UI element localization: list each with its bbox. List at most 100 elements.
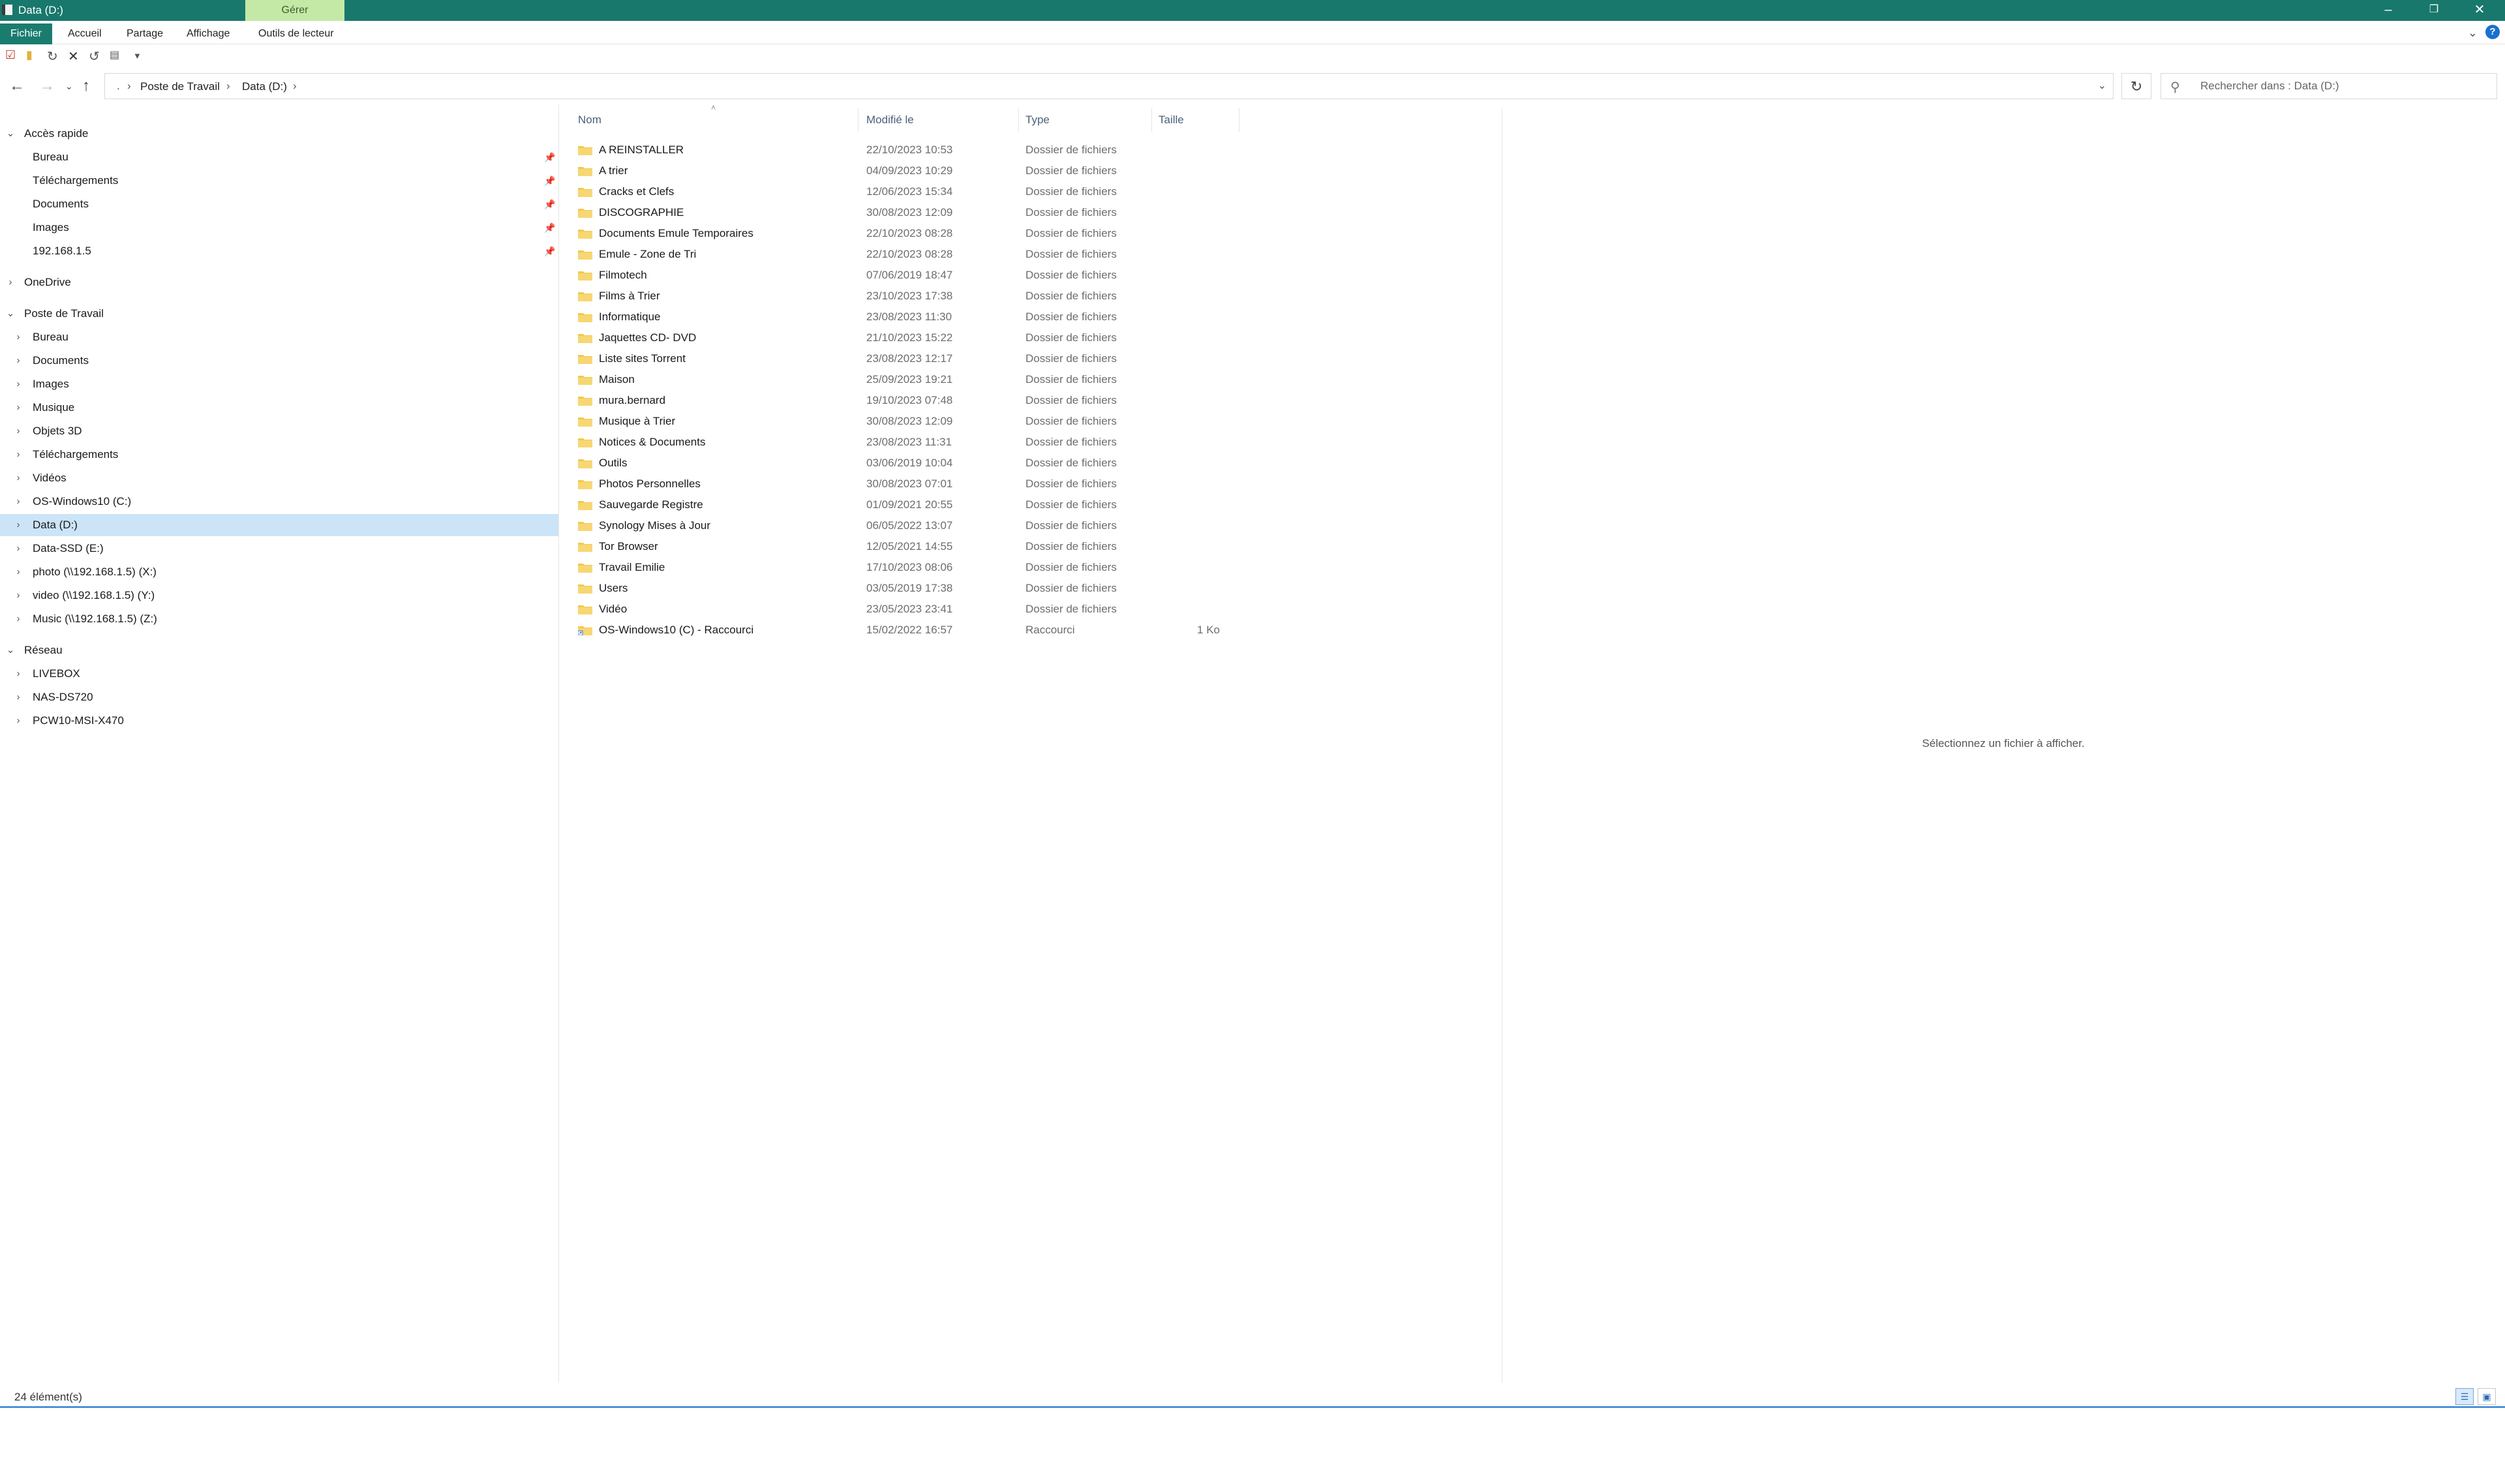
pin-icon[interactable]: 📌 (544, 193, 555, 215)
pin-icon[interactable]: 📌 (544, 146, 555, 168)
tree-this-pc[interactable]: ⌄ Poste de Travail (0, 303, 558, 325)
chevron-right-icon[interactable]: › (12, 373, 25, 395)
chevron-right-icon[interactable]: › (12, 467, 25, 489)
file-row[interactable]: mura.bernard 19/10/2023 07:48 Dossier de f… (574, 390, 1239, 411)
address-dropdown-icon[interactable]: ⌄ (2098, 79, 2106, 92)
chevron-right-icon[interactable]: › (12, 491, 25, 513)
file-row[interactable]: A trier 04/09/2023 10:29 Dossier de fichie… (574, 160, 1239, 181)
this-pc-item-selected[interactable]: › Data (D:) (0, 514, 558, 536)
file-row[interactable]: Documents Emule Temporaires 22/10/2023 08… (574, 223, 1239, 244)
quick-access-item[interactable]: 192.168.1.5 📌 (0, 240, 558, 262)
help-icon[interactable]: ? (2485, 25, 2500, 39)
quick-access-item[interactable]: Téléchargements 📌 (0, 170, 558, 192)
this-pc-item[interactable]: › Téléchargements (0, 444, 558, 466)
back-arrow-icon[interactable]: ← (9, 77, 25, 95)
file-row[interactable]: Musique à Trier 30/08/2023 12:09 Dossier d… (574, 411, 1239, 432)
this-pc-item[interactable]: › Data-SSD (E:) (0, 538, 558, 560)
breadcrumb-separator-icon[interactable]: › (226, 80, 230, 93)
file-row[interactable]: OS-Windows10 (C) - Raccourci 15/02/2022 1… (574, 620, 1239, 641)
tab-share[interactable]: Partage (127, 25, 163, 43)
large-icons-view-icon[interactable]: ▣ (2478, 1388, 2496, 1405)
pin-icon[interactable]: 📌 (544, 217, 555, 239)
chevron-right-icon[interactable]: › (12, 663, 25, 685)
rename-icon[interactable]: ▤ (110, 48, 119, 61)
redo-icon[interactable]: ↻ (47, 48, 58, 65)
chevron-right-icon[interactable]: › (4, 271, 17, 294)
this-pc-item[interactable]: › Musique (0, 397, 558, 419)
network-item[interactable]: › LIVEBOX (0, 663, 558, 685)
undo-icon[interactable]: ↺ (89, 48, 100, 65)
address-bar[interactable]: . › Poste de Travail › Data (D:) › ⌄ (104, 73, 2114, 99)
this-pc-item[interactable]: › Documents (0, 350, 558, 372)
chevron-down-icon[interactable]: ⌄ (4, 639, 17, 661)
breadcrumb-separator-icon[interactable]: › (293, 80, 297, 93)
pin-icon[interactable]: 📌 (544, 240, 555, 262)
tree-onedrive[interactable]: › OneDrive (0, 271, 558, 294)
this-pc-item[interactable]: › Images (0, 373, 558, 395)
pane-divider[interactable] (558, 104, 559, 1383)
chevron-right-icon[interactable]: › (12, 420, 25, 442)
recent-locations-icon[interactable]: ⌄ (65, 81, 73, 92)
column-header-size[interactable]: Taille (1155, 108, 1239, 132)
file-row[interactable]: Photos Personnelles 30/08/2023 07:01 Dossi… (574, 474, 1239, 494)
this-pc-item[interactable]: › Vidéos (0, 467, 558, 489)
this-pc-item[interactable]: › video (\\192.168.1.5) (Y:) (0, 584, 558, 607)
tab-drive-tools[interactable]: Outils de lecteur (258, 25, 334, 43)
refresh-button[interactable]: ↻ (2121, 73, 2151, 99)
breadcrumb-data-drive[interactable]: Data (D:) (242, 80, 287, 93)
chevron-right-icon[interactable]: › (12, 350, 25, 372)
column-header-name[interactable]: Nom (574, 108, 858, 132)
file-row[interactable]: Films à Trier 23/10/2023 17:38 Dossier de … (574, 286, 1239, 307)
this-pc-item[interactable]: › Objets 3D (0, 420, 558, 442)
file-row[interactable]: Notices & Documents 23/08/2023 11:31 Dossi… (574, 432, 1239, 453)
forward-arrow-icon[interactable]: → (39, 77, 55, 95)
tab-view[interactable]: Affichage (187, 25, 230, 43)
file-row[interactable]: DISCOGRAPHIE 30/08/2023 12:09 Dossier de f… (574, 202, 1239, 223)
tab-file[interactable]: Fichier (0, 23, 52, 44)
file-row[interactable]: Maison 25/09/2023 19:21 Dossier de fichier… (574, 369, 1239, 390)
file-row[interactable]: Cracks et Clefs 12/06/2023 15:34 Dossier d… (574, 181, 1239, 202)
quick-access-item[interactable]: Documents 📌 (0, 193, 558, 215)
quick-access-item[interactable]: Images 📌 (0, 217, 558, 239)
chevron-right-icon[interactable]: › (12, 710, 25, 732)
new-folder-icon[interactable]: ▮ (26, 48, 33, 62)
this-pc-item[interactable]: › Music (\\192.168.1.5) (Z:) (0, 608, 558, 630)
breadcrumb-this-pc[interactable]: Poste de Travail (140, 80, 220, 93)
breadcrumb-separator-icon[interactable]: › (127, 80, 131, 93)
chevron-right-icon[interactable]: › (12, 686, 25, 708)
search-input[interactable] (2200, 78, 2487, 95)
file-row[interactable]: Vidéo 23/05/2023 23:41 Dossier de fichiers (574, 599, 1239, 620)
this-pc-item[interactable]: › Bureau (0, 326, 558, 348)
network-item[interactable]: › NAS-DS720 (0, 686, 558, 708)
file-row[interactable]: Synology Mises à Jour 06/05/2022 13:07 Dos… (574, 515, 1239, 536)
tree-network[interactable]: ⌄ Réseau (0, 639, 558, 661)
file-row[interactable]: Emule - Zone de Tri 22/10/2023 08:28 Dossi… (574, 244, 1239, 265)
chevron-right-icon[interactable]: › (12, 326, 25, 348)
chevron-down-icon[interactable]: ⌄ (4, 123, 17, 145)
minimize-button[interactable]: – (2365, 0, 2411, 21)
context-tab-manage[interactable]: Gérer (245, 0, 344, 21)
file-row[interactable]: Travail Emilie 17/10/2023 08:06 Dossier de… (574, 557, 1239, 578)
file-row[interactable]: Jaquettes CD- DVD 21/10/2023 15:22 Dossier… (574, 327, 1239, 348)
tree-quick-access[interactable]: ⌄ Accès rapide (0, 123, 558, 145)
this-pc-item[interactable]: › photo (\\192.168.1.5) (X:) (0, 561, 558, 583)
chevron-right-icon[interactable]: › (12, 514, 25, 536)
file-row[interactable]: Informatique 23/08/2023 11:30 Dossier de f… (574, 307, 1239, 327)
file-row[interactable]: Tor Browser 12/05/2021 14:55 Dossier de fi… (574, 536, 1239, 557)
column-header-type[interactable]: Type (1022, 108, 1152, 132)
pin-icon[interactable]: 📌 (544, 170, 555, 192)
file-row[interactable]: Users 03/05/2019 17:38 Dossier de fichiers (574, 578, 1239, 599)
expand-ribbon-icon[interactable]: ⌄ (2468, 26, 2478, 40)
chevron-right-icon[interactable]: › (12, 608, 25, 630)
network-item[interactable]: › PCW10-MSI-X470 (0, 710, 558, 732)
search-box[interactable]: ⚲ (2161, 73, 2497, 99)
this-pc-item[interactable]: › OS-Windows10 (C:) (0, 491, 558, 513)
column-header-modified[interactable]: Modifié le (862, 108, 1019, 132)
up-arrow-icon[interactable]: ↑ (82, 77, 90, 95)
chevron-right-icon[interactable]: › (12, 538, 25, 560)
chevron-right-icon[interactable]: › (12, 444, 25, 466)
details-view-icon[interactable]: ☰ (2455, 1388, 2474, 1405)
file-row[interactable]: Sauvegarde Registre 01/09/2021 20:55 Dossi… (574, 494, 1239, 515)
chevron-right-icon[interactable]: › (12, 561, 25, 583)
close-button[interactable]: ✕ (2457, 0, 2502, 21)
